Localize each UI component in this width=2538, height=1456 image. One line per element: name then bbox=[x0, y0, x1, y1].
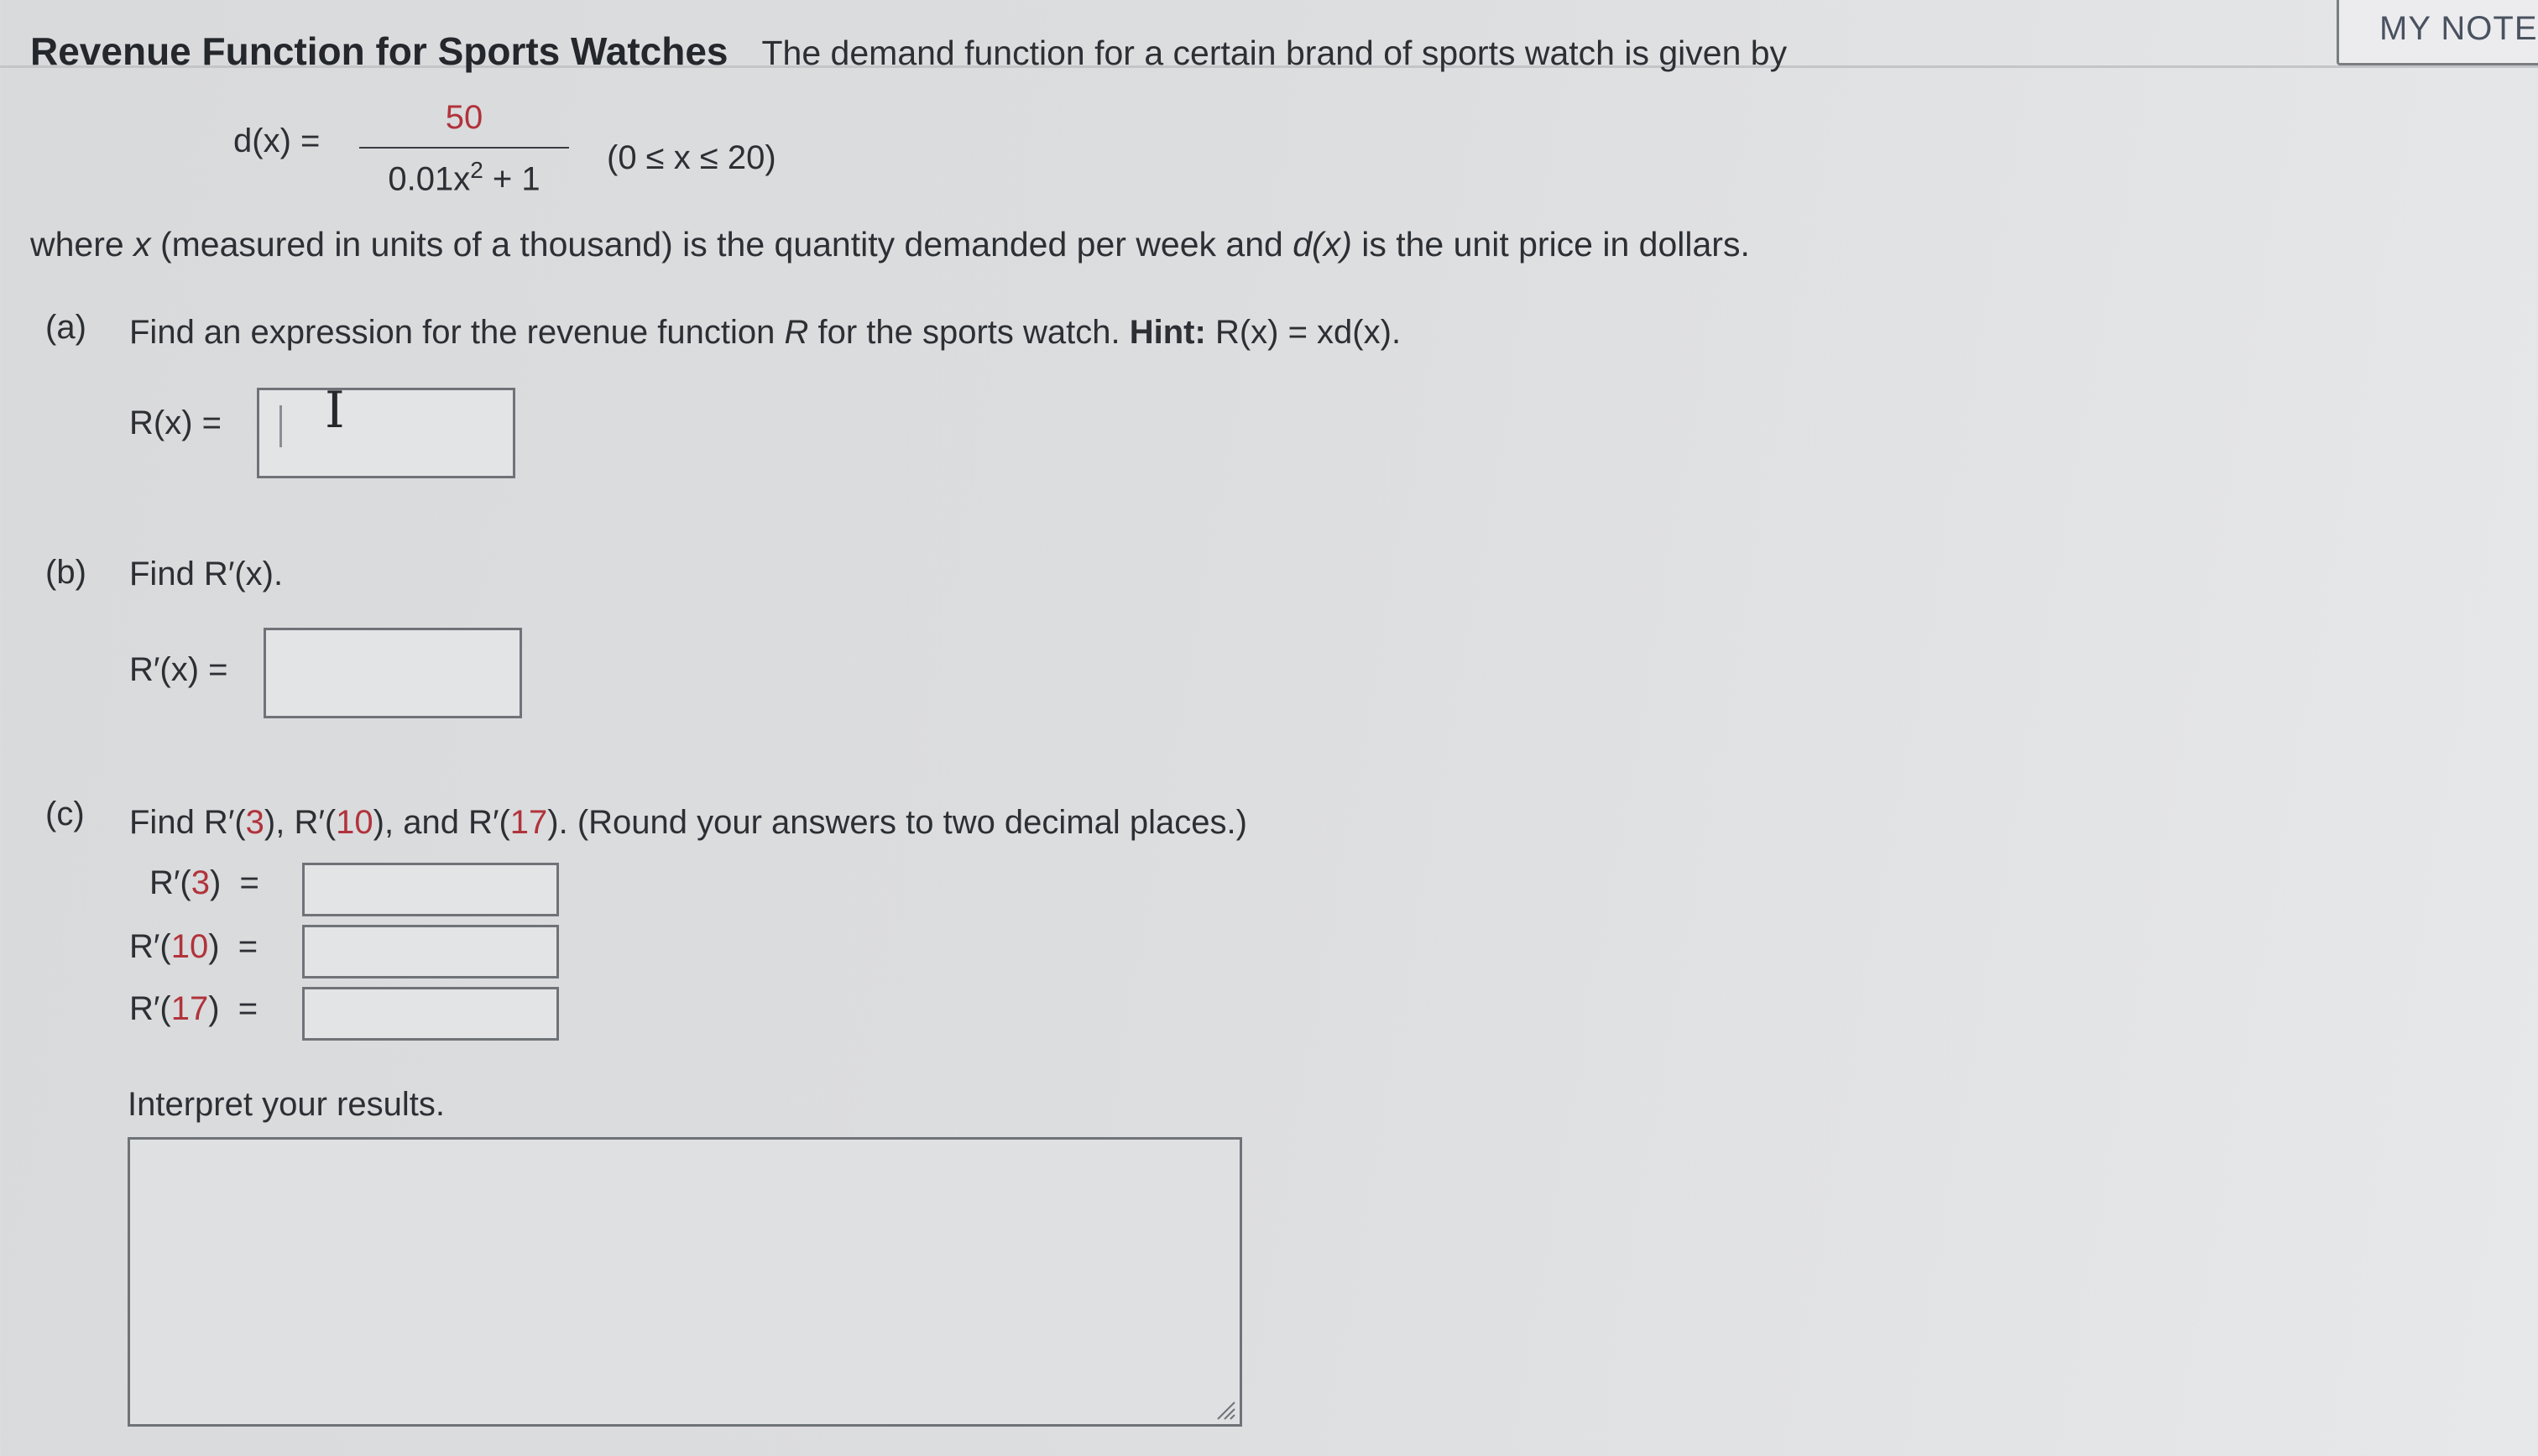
where-part3: is the unit price in dollars. bbox=[1351, 225, 1750, 264]
part-c-q-10: 10 bbox=[336, 804, 373, 841]
where-var-x: x bbox=[133, 225, 151, 264]
denominator-suffix: + 1 bbox=[483, 160, 540, 198]
r-prime-17-arg: 17 bbox=[170, 990, 209, 1027]
r-prime-of-x-label: R′(x) = bbox=[129, 651, 228, 688]
part-c-q-prefix: Find R′( bbox=[129, 804, 246, 841]
where-description: where x (measured in units of a thousand… bbox=[30, 225, 1750, 264]
r-prime-10-input[interactable] bbox=[302, 925, 559, 978]
fraction-bar bbox=[359, 147, 569, 149]
r-prime-3-input[interactable] bbox=[302, 863, 559, 916]
interpret-label: Interpret your results. bbox=[128, 1086, 445, 1123]
r-prime-17-prefix: R′( bbox=[129, 990, 171, 1027]
r-prime-3-prefix: R′( bbox=[149, 864, 191, 901]
part-a-question: Find an expression for the revenue funct… bbox=[129, 314, 1401, 352]
r-prime-3-label: R′(3) = bbox=[149, 864, 259, 902]
my-notes-label: MY NOTE bbox=[2379, 9, 2538, 47]
where-dx: d(x) bbox=[1292, 225, 1352, 264]
my-notes-button[interactable]: MY NOTE bbox=[2337, 0, 2538, 65]
r-of-x-label: R(x) = bbox=[129, 404, 222, 441]
part-c-q-mid1: ), R′( bbox=[264, 804, 337, 841]
interpret-textarea[interactable] bbox=[128, 1137, 1242, 1427]
r-prime-3-suffix: ) = bbox=[209, 864, 259, 901]
r-prime-10-label: R′(10) = bbox=[129, 928, 258, 966]
part-c-question: Find R′(3), R′(10), and R′(17). (Round y… bbox=[129, 804, 1247, 842]
text-cursor bbox=[279, 405, 282, 447]
denominator-prefix: 0.01x bbox=[388, 160, 471, 198]
r-prime-17-input[interactable] bbox=[302, 987, 559, 1041]
r-prime-17-suffix: ) = bbox=[208, 990, 258, 1027]
r-prime-17-label: R′(17) = bbox=[129, 990, 258, 1028]
part-c-q-mid2: ), and R′( bbox=[373, 804, 510, 841]
denominator-exponent: 2 bbox=[470, 157, 483, 183]
formula-numerator: 50 bbox=[445, 99, 483, 136]
part-a-label: (a) bbox=[45, 309, 86, 346]
part-a-hint-label: Hint: bbox=[1129, 314, 1206, 351]
part-a-q2: for the sports watch. bbox=[808, 314, 1130, 351]
r-prime-10-arg: 10 bbox=[170, 928, 209, 965]
part-c-q-17: 17 bbox=[509, 804, 548, 841]
problem-header: Revenue Function for Sports Watches The d… bbox=[30, 29, 1787, 74]
problem-intro: The demand function for a certain brand … bbox=[761, 34, 1788, 72]
r-prime-of-x-input[interactable] bbox=[264, 628, 522, 718]
part-c-q-3: 3 bbox=[245, 804, 264, 841]
part-a-hint-formula: R(x) = xd(x). bbox=[1205, 314, 1402, 351]
resize-handle-icon[interactable] bbox=[1214, 1399, 1236, 1421]
part-b-label: (b) bbox=[45, 554, 86, 591]
part-c-label: (c) bbox=[45, 796, 85, 832]
formula-fraction: 50 0.01x2 + 1 bbox=[359, 99, 569, 198]
r-of-x-input[interactable]: I bbox=[257, 381, 515, 478]
r-prime-3-arg: 3 bbox=[191, 864, 210, 901]
where-part2: (measured in units of a thousand) is the… bbox=[150, 225, 1293, 264]
part-c-q-suffix: ). (Round your answers to two decimal pl… bbox=[547, 804, 1247, 841]
demand-formula: d(x) = 50 0.01x2 + 1 (0 ≤ x ≤ 20) bbox=[233, 99, 871, 217]
ibeam-cursor-icon: I bbox=[325, 381, 345, 440]
part-a-var-r: R bbox=[784, 314, 809, 351]
formula-domain: (0 ≤ x ≤ 20) bbox=[607, 139, 776, 176]
problem-title: Revenue Function for Sports Watches bbox=[30, 29, 728, 73]
part-b-question: Find R′(x). bbox=[129, 556, 284, 592]
part-a-q1: Find an expression for the revenue funct… bbox=[129, 314, 785, 351]
r-prime-10-prefix: R′( bbox=[129, 928, 171, 965]
formula-denominator: 0.01x2 + 1 bbox=[359, 157, 569, 198]
r-prime-10-suffix: ) = bbox=[208, 928, 258, 965]
where-part1: where bbox=[30, 225, 134, 264]
formula-lhs: d(x) = bbox=[233, 123, 321, 159]
